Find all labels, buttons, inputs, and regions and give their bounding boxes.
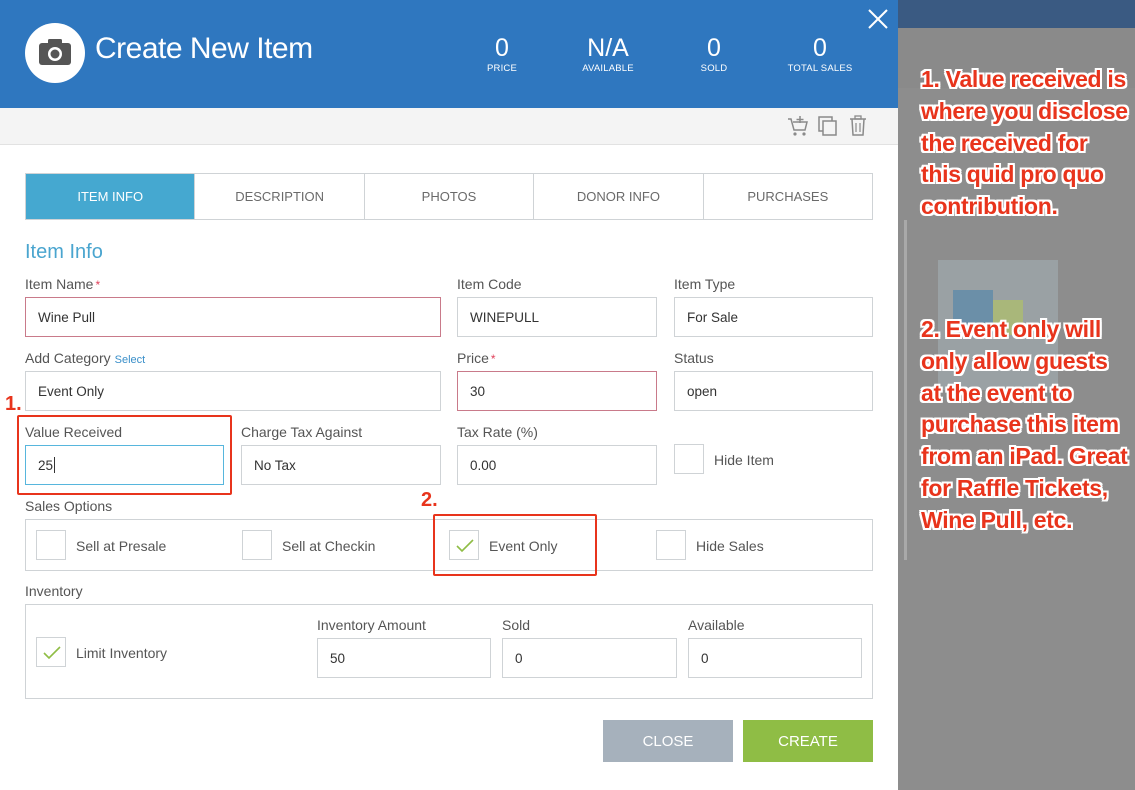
stat-value: 0 (495, 34, 509, 62)
label-text: Price (457, 350, 489, 366)
trash-icon (850, 115, 866, 136)
charge-tax-label: Charge Tax Against (241, 424, 363, 440)
stat-total-sales: 0 TOTAL SALES (770, 35, 870, 74)
stat-value: N/A (587, 34, 629, 62)
backdrop-banner (898, 0, 1135, 28)
category-select[interactable]: Event Only (25, 371, 441, 411)
sold-input[interactable]: 0 (502, 638, 677, 678)
sales-options-label: Sales Options (25, 498, 113, 514)
item-photo-button[interactable] (25, 23, 85, 83)
delete-button[interactable] (846, 114, 870, 138)
available-input[interactable]: 0 (688, 638, 862, 678)
tab-photos[interactable]: PHOTOS (363, 174, 533, 219)
sell-at-checkin-checkbox[interactable] (242, 530, 272, 560)
required-marker: * (95, 278, 101, 292)
tab-donor-info[interactable]: DONOR INFO (533, 174, 702, 219)
copy-icon (818, 116, 837, 136)
item-name-input[interactable]: Wine Pull (25, 297, 441, 337)
close-modal-button[interactable] (866, 7, 890, 31)
create-button[interactable]: CREATE (743, 720, 873, 762)
stat-price: 0 PRICE (452, 35, 552, 74)
annotation-value-received: 1. Value received is where you disclose … (921, 66, 1128, 220)
stat-label: SOLD (700, 63, 728, 74)
item-name-label: Item Name * (25, 276, 100, 292)
hide-sales-checkbox[interactable] (656, 530, 686, 560)
callout-number-1: 1. (5, 393, 22, 415)
select-category-link[interactable]: Select (115, 354, 146, 366)
cart-plus-icon (788, 116, 808, 136)
stat-label: PRICE (486, 63, 518, 74)
item-toolbar (0, 108, 898, 145)
label-text: Add Category (25, 350, 111, 366)
limit-inventory-checkbox[interactable] (36, 637, 66, 667)
callout-box-value-received (17, 415, 232, 495)
stat-label: TOTAL SALES (787, 63, 853, 74)
status-label: Status (674, 350, 714, 366)
create-item-modal: Create New Item 0 PRICE N/A AVAILABLE 0 … (0, 0, 898, 790)
price-label: Price * (457, 350, 496, 366)
camera-icon (39, 39, 71, 65)
limit-inventory-label: Limit Inventory (76, 645, 168, 661)
stat-sold: 0 SOLD (664, 35, 764, 74)
callout-number-2: 2. (421, 489, 438, 511)
close-icon (868, 9, 888, 29)
duplicate-button[interactable] (816, 114, 840, 138)
annotation-event-only: 2. Event only will only allow guests at … (921, 316, 1128, 533)
tax-rate-input[interactable]: 0.00 (457, 445, 657, 485)
price-input[interactable]: 30 (457, 371, 657, 411)
status-select[interactable]: open (674, 371, 873, 411)
add-to-cart-button[interactable] (786, 114, 810, 138)
sold-label: Sold (502, 617, 531, 633)
available-label: Available (688, 617, 745, 633)
close-button[interactable]: CLOSE (603, 720, 733, 762)
label-text: Item Name (25, 276, 94, 292)
inventory-label: Inventory (25, 583, 83, 599)
stat-available: N/A AVAILABLE (558, 35, 658, 74)
modal-header: Create New Item 0 PRICE N/A AVAILABLE 0 … (0, 0, 898, 108)
inventory-amount-input[interactable]: 50 (317, 638, 491, 678)
charge-tax-select[interactable]: No Tax (241, 445, 441, 485)
item-code-label: Item Code (457, 276, 522, 292)
backdrop-scrollbar (904, 220, 907, 560)
sell-at-checkin-label: Sell at Checkin (282, 538, 376, 554)
stat-label: AVAILABLE (582, 63, 634, 74)
required-marker: * (490, 352, 496, 366)
hide-sales-label: Hide Sales (696, 538, 764, 554)
stat-value: 0 (813, 34, 827, 62)
inventory-amount-label: Inventory Amount (317, 617, 426, 633)
modal-title: Create New Item (95, 32, 313, 65)
tab-item-info[interactable]: ITEM INFO (26, 174, 195, 219)
hide-item-label: Hide Item (714, 452, 774, 468)
tab-purchases[interactable]: PURCHASES (702, 174, 872, 219)
item-type-select[interactable]: For Sale (674, 297, 873, 337)
add-category-label: Add Category Select (25, 350, 145, 366)
item-type-label: Item Type (674, 276, 736, 292)
sell-at-presale-label: Sell at Presale (76, 538, 167, 554)
item-tabs: ITEM INFO DESCRIPTION PHOTOS DONOR INFO … (25, 173, 873, 220)
hide-item-checkbox[interactable] (674, 444, 704, 474)
checkmark-icon (43, 646, 61, 660)
item-code-input[interactable]: WINEPULL (457, 297, 657, 337)
section-title: Item Info (25, 241, 103, 263)
tax-rate-label: Tax Rate (%) (457, 424, 538, 440)
callout-box-event-only (433, 514, 597, 576)
stat-value: 0 (707, 34, 721, 62)
tab-description[interactable]: DESCRIPTION (194, 174, 363, 219)
sell-at-presale-checkbox[interactable] (36, 530, 66, 560)
